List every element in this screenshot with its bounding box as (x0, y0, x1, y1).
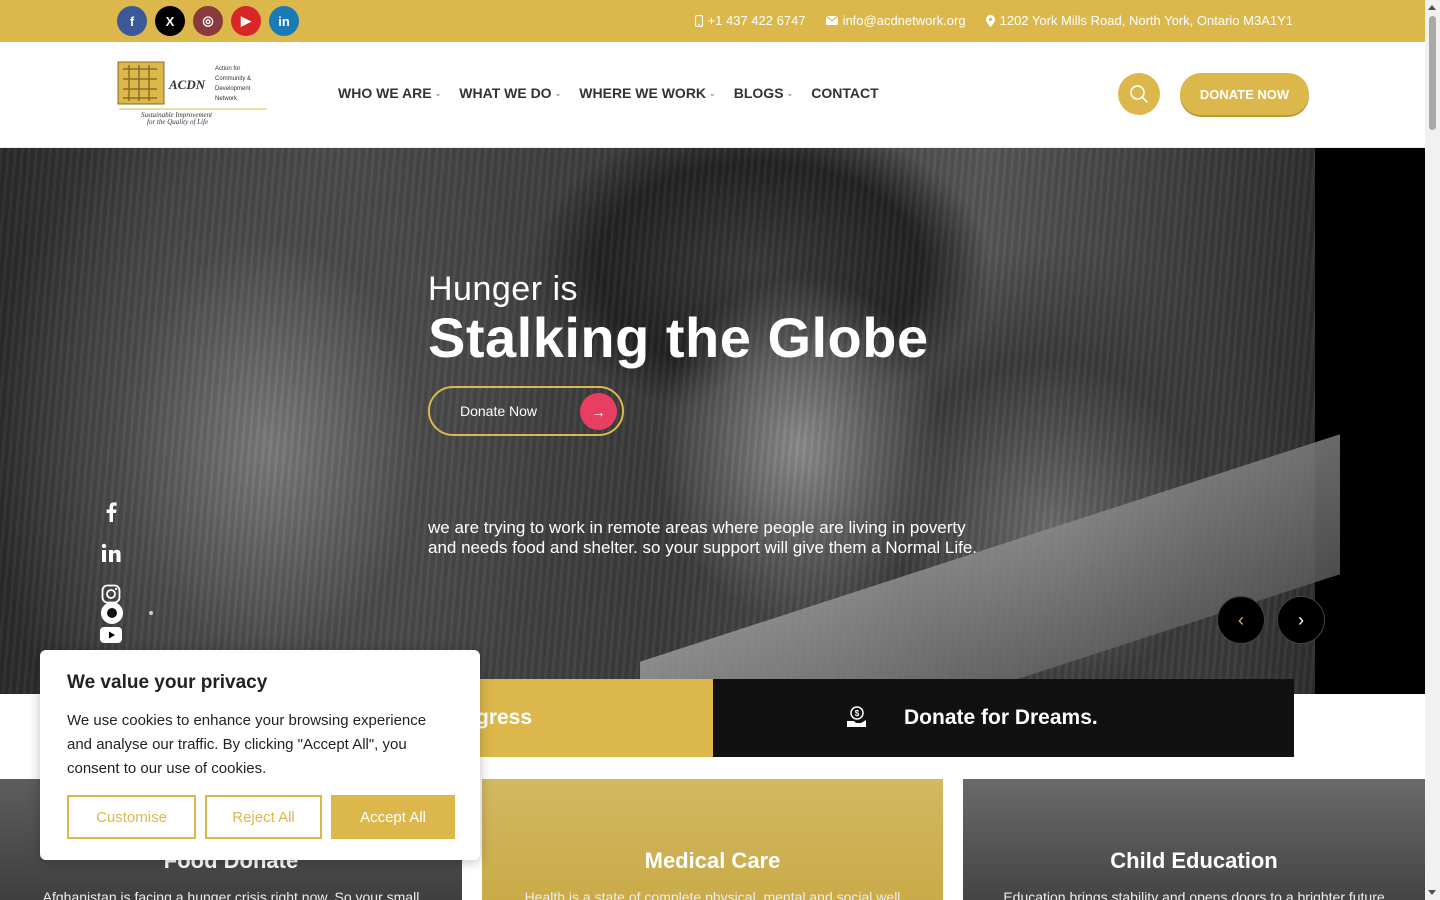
cookie-body: We use cookies to enhance your browsing … (67, 712, 427, 777)
envelope-icon (825, 16, 838, 25)
nav-label: WHERE WE WORK (579, 85, 707, 101)
nav-where-we-work[interactable]: WHERE WE WORK ⌄ (579, 85, 715, 101)
slider-pagination (101, 602, 153, 624)
card-text: Education brings stability and opens doo… (1003, 889, 1385, 900)
arrow-right-icon: → (580, 393, 617, 430)
svg-text:Community &: Community & (215, 76, 251, 82)
reject-all-button[interactable]: Reject All (205, 795, 322, 839)
progress-banner-text: gress (476, 706, 533, 729)
search-button[interactable] (1118, 73, 1160, 115)
card-medical-care[interactable]: Medical Care Health is a state of comple… (482, 779, 943, 900)
svg-text:Network: Network (215, 96, 238, 102)
donate-now-button[interactable]: DONATE NOW (1180, 73, 1309, 115)
search-icon (1130, 85, 1149, 104)
hero-description: we are trying to work in remote areas wh… (428, 518, 978, 557)
card-child-education[interactable]: Child Education Education brings stabili… (963, 779, 1425, 900)
linkedin-icon[interactable] (100, 542, 122, 564)
phone-icon (694, 14, 703, 27)
card-text: Afghanistan is facing a hunger crisis ri… (42, 889, 420, 900)
top-contacts: +1 437 422 6747 info@acdnetwork.org 1202… (694, 13, 1293, 28)
nav-contact[interactable]: CONTACT (811, 85, 878, 101)
main-nav: WHO WE ARE ⌄ WHAT WE DO ⌄ WHERE WE WORK … (338, 85, 879, 101)
address-text: 1202 York Mills Road, North York, Ontari… (999, 13, 1293, 28)
nav-label: WHO WE ARE (338, 85, 432, 101)
card-text: Health is a state of complete physical, … (524, 889, 901, 900)
nav-blogs[interactable]: BLOGS ⌄ (734, 85, 793, 101)
svg-text:ACDN: ACDN (168, 77, 206, 92)
scrollbar-thumb[interactable] (1429, 16, 1436, 130)
youtube-icon[interactable]: ▶ (231, 6, 261, 36)
page: f X ◎ ▶ in +1 437 422 6747 info@acdnetwo… (0, 0, 1440, 900)
map-pin-icon (985, 14, 995, 27)
card-title: Child Education (1110, 848, 1278, 873)
site-header: ACDN Action for Community & Development … (0, 42, 1425, 148)
cookie-buttons: Customise Reject All Accept All (67, 795, 455, 839)
svg-text:Development: Development (215, 86, 251, 92)
customise-button[interactable]: Customise (67, 795, 196, 839)
nav-what-we-do[interactable]: WHAT WE DO ⌄ (459, 85, 561, 101)
phone-link[interactable]: +1 437 422 6747 (694, 13, 806, 28)
youtube-icon[interactable] (100, 624, 122, 646)
instagram-icon[interactable]: ◎ (193, 6, 223, 36)
scroll-up-arrow-icon[interactable] (1428, 5, 1436, 10)
linkedin-icon[interactable]: in (269, 6, 299, 36)
chevron-down-icon: ⌄ (434, 88, 442, 98)
svg-text:Action for: Action for (215, 66, 240, 72)
hero-title: Stalking the Globe (428, 306, 929, 369)
svg-text:for the Quality of Life: for the Quality of Life (147, 118, 208, 126)
donate-for-dreams-text: Donate for Dreams. (904, 706, 1098, 729)
nav-label: BLOGS (733, 85, 784, 101)
hero-donate-label: Donate Now (460, 403, 538, 419)
chevron-down-icon: ⌄ (709, 88, 716, 98)
top-bar: f X ◎ ▶ in +1 437 422 6747 info@acdnetwo… (0, 0, 1425, 42)
slider-dot[interactable] (149, 611, 153, 615)
slider-next-button[interactable]: › (1277, 596, 1325, 644)
chevron-down-icon: ⌄ (786, 88, 794, 98)
svg-text:$: $ (855, 709, 860, 718)
email-link[interactable]: info@acdnetwork.org (825, 13, 966, 28)
address-link[interactable]: 1202 York Mills Road, North York, Ontari… (985, 13, 1293, 28)
hero-donate-button[interactable]: Donate Now → (428, 386, 624, 436)
site-logo[interactable]: ACDN Action for Community & Development … (117, 61, 269, 127)
slider-prev-button[interactable]: ‹ (1217, 596, 1265, 644)
nav-label: CONTACT (811, 85, 879, 101)
hero-slider: Hunger is Stalking the Globe Donate Now … (0, 148, 1425, 694)
card-title: Medical Care (644, 848, 781, 873)
accept-all-button[interactable]: Accept All (331, 795, 455, 839)
scroll-down-arrow-icon[interactable] (1428, 890, 1436, 895)
chevron-down-icon: ⌄ (554, 88, 562, 98)
facebook-icon[interactable] (100, 501, 122, 523)
acdn-logo-icon: ACDN Action for Community & Development … (117, 61, 267, 126)
top-social-links: f X ◎ ▶ in (117, 6, 299, 36)
facebook-icon[interactable]: f (117, 6, 147, 36)
email-address: info@acdnetwork.org (842, 13, 966, 28)
phone-number: +1 437 422 6747 (707, 13, 806, 28)
nav-who-we-are[interactable]: WHO WE ARE ⌄ (338, 85, 441, 101)
donation-hand-icon: $ (847, 706, 866, 727)
x-icon[interactable]: X (155, 6, 185, 36)
hero-social-links (100, 501, 122, 646)
slider-dot-active[interactable] (101, 602, 123, 624)
cookie-consent-dialog: We value your privacy We use cookies to … (40, 650, 480, 860)
cookie-title: We value your privacy (67, 672, 268, 693)
nav-label: WHAT WE DO (459, 85, 552, 101)
page-scrollbar[interactable] (1425, 0, 1440, 900)
hero-subtitle: Hunger is (428, 270, 579, 308)
